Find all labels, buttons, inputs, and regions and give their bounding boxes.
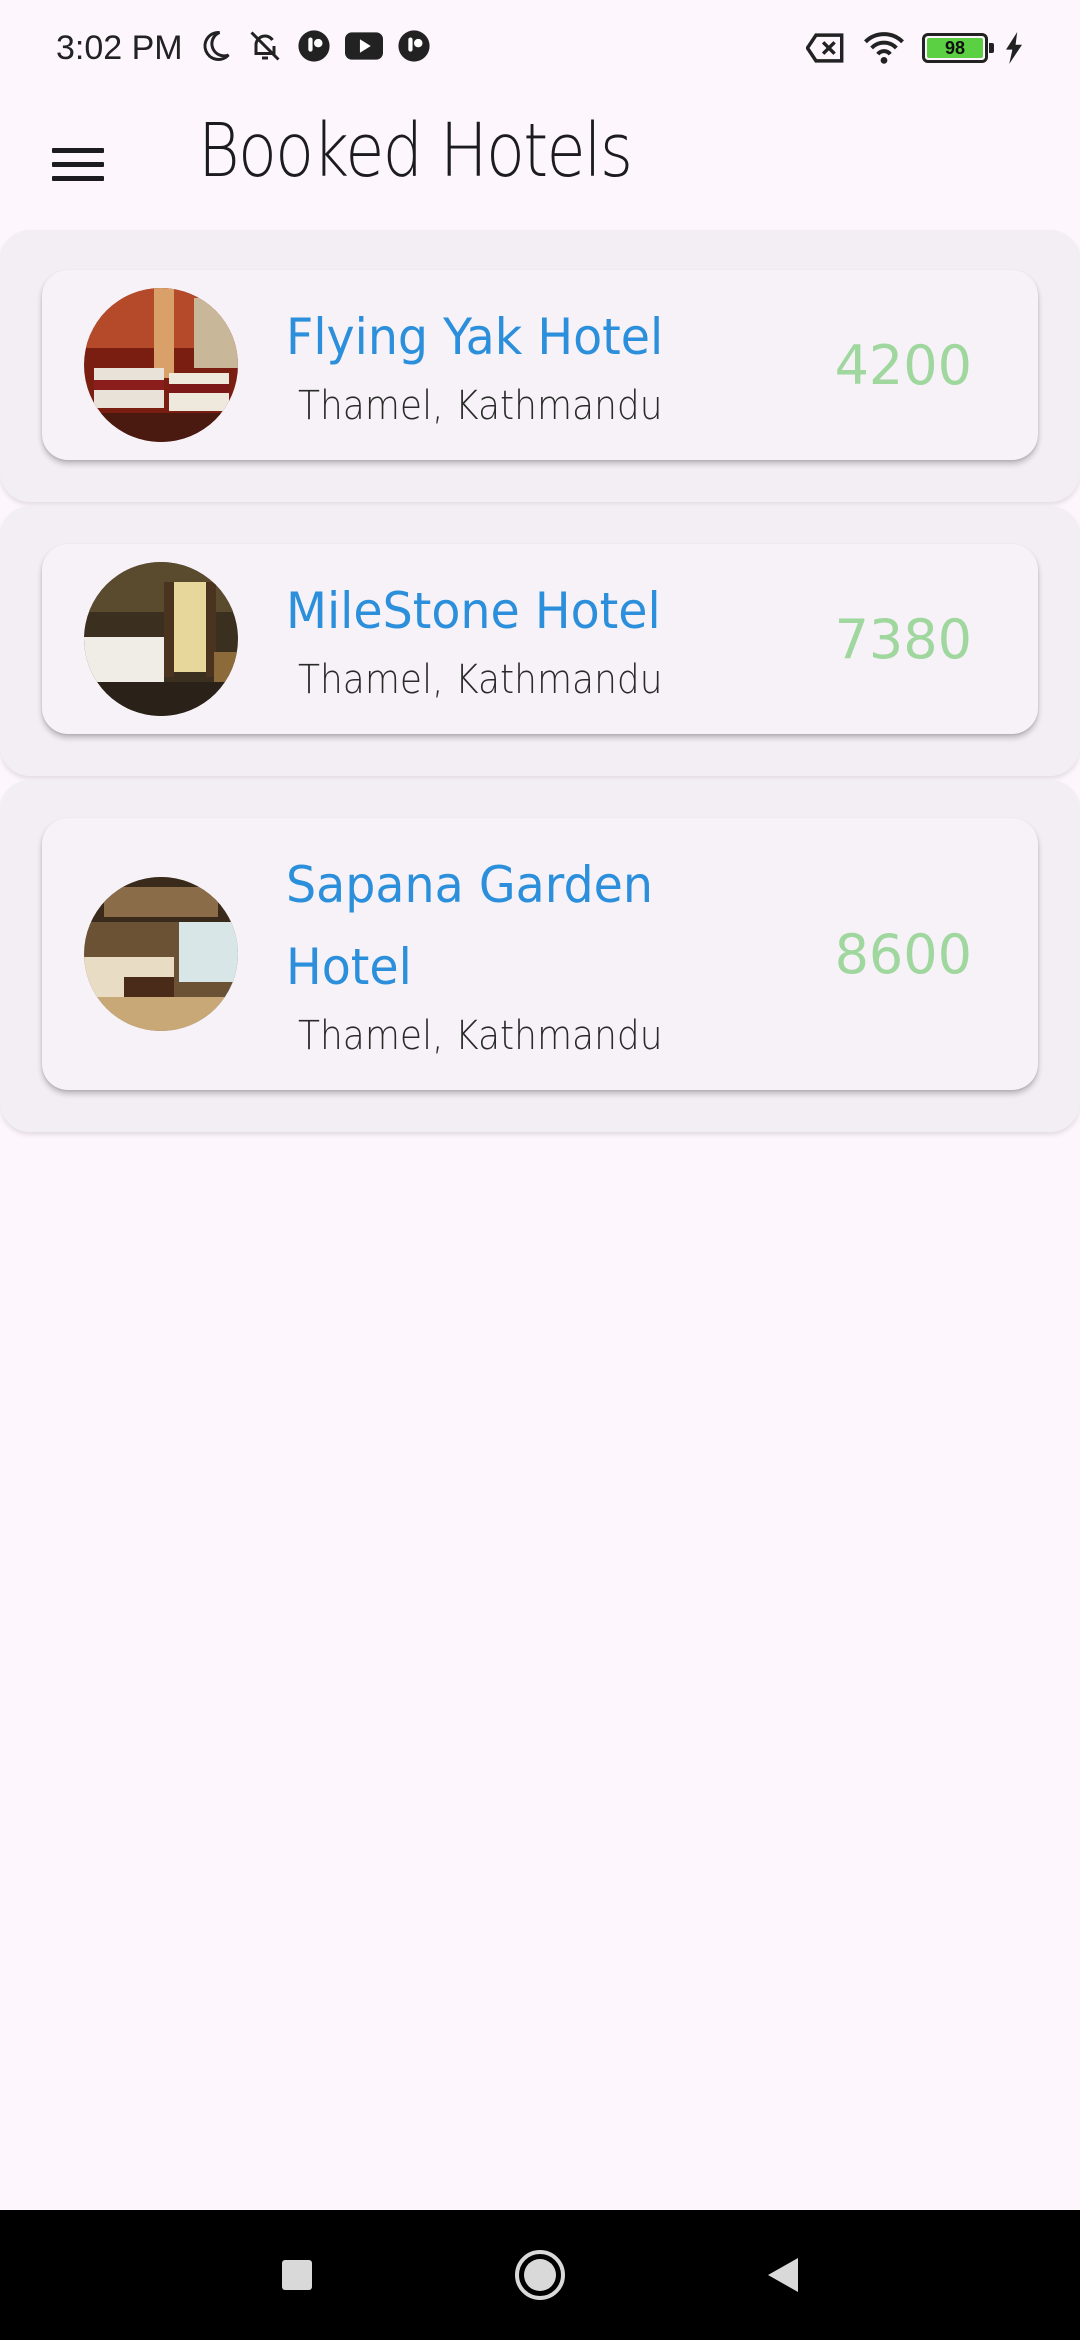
- hotel-list: Flying Yak Hotel Thamel, Kathmandu 4200: [0, 230, 1080, 1136]
- hotel-location: Thamel, Kathmandu: [298, 1013, 663, 1059]
- hotel-info: MileStone Hotel Thamel, Kathmandu: [286, 570, 778, 708]
- list-item: MileStone Hotel Thamel, Kathmandu 7380: [0, 506, 1080, 776]
- hotel-card-sapana-garden[interactable]: Sapana Garden Hotel Thamel, Kathmandu 86…: [42, 818, 1038, 1090]
- charging-icon: [1004, 32, 1024, 64]
- sim-off-icon: [806, 32, 846, 64]
- nav-bar: [0, 2210, 1080, 2340]
- hotel-photo: [84, 877, 238, 1031]
- app-icon: [297, 29, 331, 68]
- battery-level: 98: [927, 38, 983, 58]
- recents-square-icon[interactable]: [262, 2210, 332, 2340]
- hotel-card-milestone[interactable]: MileStone Hotel Thamel, Kathmandu 7380: [42, 544, 1038, 734]
- home-circle-icon[interactable]: [505, 2210, 575, 2340]
- status-bar: 3:02 PM 98: [0, 0, 1080, 96]
- app-icon: [397, 29, 431, 68]
- hotel-name: Sapana Garden Hotel: [286, 856, 653, 996]
- hotel-location: Thamel, Kathmandu: [298, 383, 663, 429]
- hotel-info: Sapana Garden Hotel Thamel, Kathmandu: [286, 844, 778, 1064]
- battery-icon: 98: [922, 33, 994, 63]
- status-right: 98: [806, 31, 1024, 65]
- hotel-price: 8600: [834, 922, 972, 986]
- hotel-photo: [84, 562, 238, 716]
- app-bar: Booked Hotels: [0, 96, 1080, 228]
- hotel-location: Thamel, Kathmandu: [298, 657, 663, 703]
- status-left: 3:02 PM: [56, 28, 431, 69]
- hotel-price: 7380: [834, 607, 972, 671]
- hotel-name: MileStone Hotel: [286, 582, 661, 640]
- hotel-card-flying-yak[interactable]: Flying Yak Hotel Thamel, Kathmandu 4200: [42, 270, 1038, 460]
- bell-off-icon: [247, 28, 283, 69]
- wifi-icon: [862, 31, 906, 65]
- status-time: 3:02 PM: [56, 28, 183, 67]
- hotel-photo: [84, 288, 238, 442]
- youtube-icon: [344, 31, 383, 66]
- back-triangle-icon[interactable]: [748, 2210, 818, 2340]
- hotel-price: 4200: [834, 333, 972, 397]
- list-item: Flying Yak Hotel Thamel, Kathmandu 4200: [0, 230, 1080, 502]
- hotel-info: Flying Yak Hotel Thamel, Kathmandu: [286, 296, 778, 434]
- hotel-name: Flying Yak Hotel: [286, 308, 664, 366]
- menu-icon[interactable]: [40, 126, 116, 202]
- page-title: Booked Hotels: [198, 108, 633, 194]
- list-item: Sapana Garden Hotel Thamel, Kathmandu 86…: [0, 780, 1080, 1132]
- moon-icon: [197, 28, 233, 69]
